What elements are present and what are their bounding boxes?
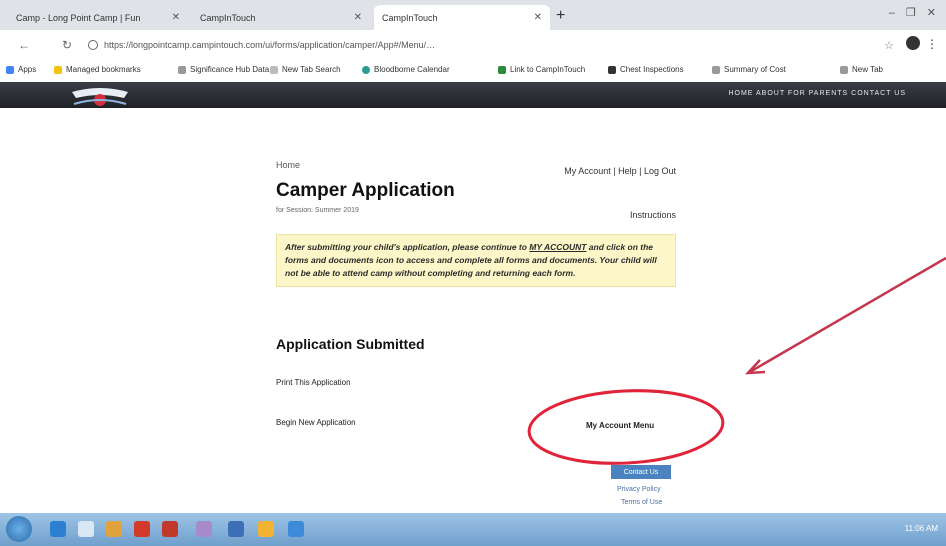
- url-field[interactable]: https://longpointcamp.campintouch.com/ui…: [88, 36, 868, 54]
- tab-label: CampInTouch: [382, 12, 438, 23]
- tab-campintouch-1[interactable]: CampInTouch ✕: [192, 5, 370, 30]
- folder-icon: [608, 65, 616, 74]
- browser-tab-bar: Camp - Long Point Camp | Fun ✕ CampInTou…: [0, 0, 946, 30]
- apps-icon: [6, 65, 14, 74]
- privacy-policy-link[interactable]: Privacy Policy: [617, 486, 661, 493]
- page-title: Camper Application: [276, 180, 455, 201]
- begin-new-application-link[interactable]: Begin New Application: [276, 418, 356, 427]
- bookmark-apps[interactable]: Apps: [6, 65, 36, 74]
- app-icon[interactable]: [162, 521, 178, 537]
- page-icon: [270, 65, 278, 74]
- notice-text-start: After submitting your child's applicatio…: [285, 242, 530, 252]
- folder-icon[interactable]: [106, 521, 122, 537]
- breadcrumb[interactable]: Home: [276, 160, 300, 170]
- app-icon[interactable]: [288, 521, 304, 537]
- word-icon[interactable]: [228, 521, 244, 537]
- print-application-link[interactable]: Print This Application: [276, 378, 351, 387]
- tab-campintouch-2[interactable]: CampInTouch ✕: [374, 5, 550, 30]
- bookmark-summary[interactable]: Summary of Cost: [712, 65, 786, 74]
- explorer-icon[interactable]: [78, 521, 94, 537]
- bookmark-managed[interactable]: Managed bookmarks: [54, 65, 141, 74]
- pointer-arrow: [747, 256, 946, 375]
- bookmark-new-tab-search[interactable]: New Tab Search: [270, 65, 341, 74]
- close-icon[interactable]: ✕: [354, 12, 362, 23]
- tab-label: Camp - Long Point Camp | Fun: [16, 12, 141, 23]
- menu-kebab-icon[interactable]: ⋮: [926, 37, 938, 51]
- url-text: https://longpointcamp.campintouch.com/ui…: [104, 40, 436, 50]
- bookmarks-bar: Apps Managed bookmarks Significance Hub …: [0, 60, 946, 83]
- notice-box: After submitting your child's applicatio…: [276, 234, 676, 287]
- window-controls[interactable]: – ❐ ✕: [889, 6, 940, 19]
- address-bar-row: ← ↻ https://longpointcamp.campintouch.co…: [0, 30, 946, 60]
- bookmark-chest[interactable]: Chest Inspections: [608, 65, 684, 74]
- terms-of-use-link[interactable]: Terms of Use: [621, 499, 662, 506]
- back-icon[interactable]: ←: [18, 38, 30, 52]
- new-tab-button[interactable]: +: [556, 7, 565, 25]
- account-links[interactable]: My Account | Help | Log Out: [564, 166, 676, 176]
- bookmark-calendar[interactable]: Bloodborne Calendar: [362, 65, 450, 74]
- camp-logo[interactable]: [70, 86, 130, 108]
- flag-icon: [498, 65, 506, 74]
- page-subtitle: for Session: Summer 2019: [276, 207, 359, 214]
- contact-us-button[interactable]: Contact Us: [611, 465, 671, 479]
- page-icon: [840, 65, 848, 74]
- folder-icon: [54, 65, 62, 74]
- close-icon[interactable]: ✕: [172, 12, 180, 23]
- tab-label: CampInTouch: [200, 12, 256, 23]
- instructions-link[interactable]: Instructions: [630, 210, 676, 220]
- reload-icon[interactable]: ↻: [62, 38, 72, 52]
- lock-icon: [88, 40, 98, 50]
- bookmark-star-icon[interactable]: ☆: [884, 39, 894, 52]
- system-clock[interactable]: 11:06 AM: [905, 524, 938, 533]
- start-button[interactable]: [6, 516, 32, 542]
- my-account-menu-link[interactable]: My Account Menu: [586, 421, 654, 430]
- calendar-icon: [362, 65, 370, 74]
- bookmark-new-tab[interactable]: New Tab: [840, 65, 883, 74]
- windows-taskbar: 11:06 AM: [0, 513, 946, 546]
- site-header: HOME ABOUT FOR PARENTS CONTACT US: [0, 82, 946, 108]
- tab-camp-long-point[interactable]: Camp - Long Point Camp | Fun ✕: [8, 5, 188, 30]
- chrome-icon[interactable]: [134, 521, 150, 537]
- arrow-head: [744, 359, 766, 375]
- site-nav[interactable]: HOME ABOUT FOR PARENTS CONTACT US: [728, 90, 906, 97]
- page-icon: [712, 65, 720, 74]
- page-icon: [178, 65, 186, 74]
- profile-avatar[interactable]: [906, 36, 920, 50]
- bookmark-campintouch[interactable]: Link to CampInTouch: [498, 65, 585, 74]
- close-icon[interactable]: ✕: [534, 12, 542, 23]
- app-icon[interactable]: [258, 521, 274, 537]
- bookmark-significance[interactable]: Significance Hub Data: [178, 65, 269, 74]
- submitted-heading: Application Submitted: [276, 336, 425, 352]
- ie-icon[interactable]: [50, 521, 66, 537]
- app-icon[interactable]: [196, 521, 212, 537]
- my-account-link[interactable]: MY ACCOUNT: [529, 242, 586, 252]
